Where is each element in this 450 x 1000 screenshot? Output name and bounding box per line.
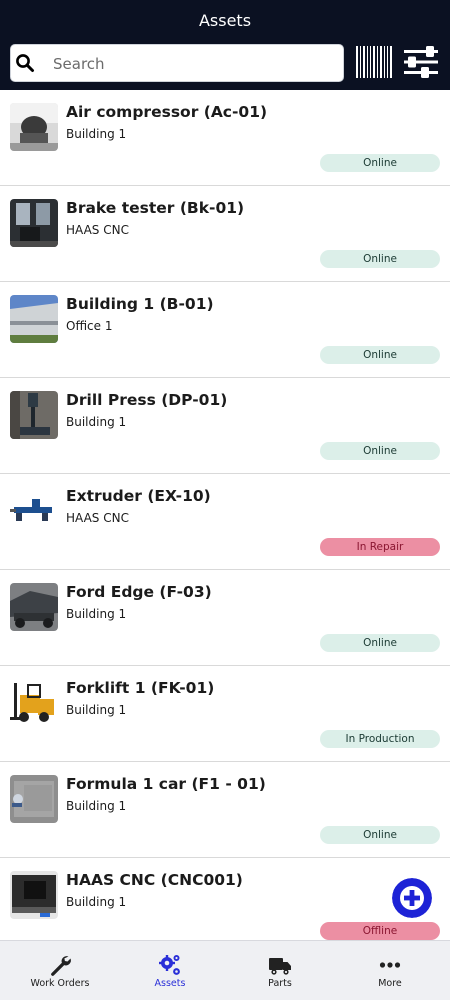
asset-list-item[interactable]: Building 1 (B-01) Office 1 Online	[0, 282, 450, 378]
asset-list-item[interactable]: Ford Edge (F-03) Building 1 Online	[0, 570, 450, 666]
tab-label: Parts	[268, 978, 292, 989]
truck-icon	[269, 958, 291, 975]
search-bar[interactable]	[10, 44, 344, 82]
status-badge: Offline	[320, 922, 440, 940]
asset-list-item[interactable]: HAAS CNC (CNC001) Building 1 Offline	[0, 858, 450, 940]
status-badge: Online	[320, 634, 440, 652]
asset-name: Forklift 1 (FK-01)	[66, 679, 215, 697]
asset-name: Ford Edge (F-03)	[66, 583, 212, 601]
asset-list-item[interactable]: Extruder (EX-10) HAAS CNC In Repair	[0, 474, 450, 570]
asset-location: HAAS CNC	[66, 223, 129, 237]
asset-thumbnail	[10, 871, 58, 919]
status-badge: In Production	[320, 730, 440, 748]
asset-name: Building 1 (B-01)	[66, 295, 214, 313]
asset-name: Drill Press (DP-01)	[66, 391, 228, 409]
asset-name: Extruder (EX-10)	[66, 487, 211, 505]
asset-thumbnail	[10, 295, 58, 343]
asset-location: Building 1	[66, 703, 127, 717]
gears-icon	[159, 955, 180, 975]
asset-location: HAAS CNC	[66, 511, 129, 525]
tab-work-orders[interactable]: Work Orders	[4, 941, 116, 1000]
status-badge: Online	[320, 154, 440, 172]
tab-label: More	[378, 978, 402, 989]
tab-more[interactable]: More	[334, 941, 446, 1000]
status-badge: Online	[320, 826, 440, 844]
asset-list-item[interactable]: Drill Press (DP-01) Building 1 Online	[0, 378, 450, 474]
asset-thumbnail	[10, 583, 58, 631]
asset-thumbnail	[10, 103, 58, 151]
add-asset-button[interactable]	[392, 878, 432, 918]
asset-thumbnail	[10, 199, 58, 247]
asset-name: Formula 1 car (F1 - 01)	[66, 775, 266, 793]
asset-location: Building 1	[66, 607, 127, 621]
tab-parts[interactable]: Parts	[224, 941, 336, 1000]
status-badge: Online	[320, 442, 440, 460]
asset-name: Brake tester (Bk-01)	[66, 199, 245, 217]
wrench-icon	[51, 956, 71, 976]
tab-label: Work Orders	[30, 978, 90, 989]
asset-location: Building 1	[66, 415, 127, 429]
asset-list-item[interactable]: Brake tester (Bk-01) HAAS CNC Online	[0, 186, 450, 282]
app-header: Assets	[0, 0, 450, 90]
asset-location: Building 1	[66, 799, 127, 813]
tab-assets[interactable]: Assets	[114, 941, 226, 1000]
asset-thumbnail	[10, 679, 58, 727]
search-icon	[16, 54, 34, 72]
asset-thumbnail	[10, 775, 58, 823]
status-badge: Online	[320, 346, 440, 364]
asset-location: Office 1	[66, 319, 113, 333]
tab-label: Assets	[154, 978, 186, 989]
status-badge: In Repair	[320, 538, 440, 556]
page-title: Assets	[198, 11, 252, 30]
search-input[interactable]	[53, 51, 333, 77]
asset-name: Air compressor (Ac-01)	[66, 103, 268, 121]
asset-location: Building 1	[66, 895, 127, 909]
asset-list: Air compressor (Ac-01) Building 1 Online…	[0, 90, 450, 940]
asset-thumbnail	[10, 487, 58, 535]
asset-list-item[interactable]: Air compressor (Ac-01) Building 1 Online	[0, 90, 450, 186]
filter-sliders-icon[interactable]	[404, 46, 438, 78]
bottom-tab-bar: Work Orders Assets Parts More	[0, 940, 450, 1000]
status-badge: Online	[320, 250, 440, 268]
asset-location: Building 1	[66, 127, 127, 141]
asset-name: HAAS CNC (CNC001)	[66, 871, 243, 889]
barcode-scan-icon[interactable]	[356, 46, 392, 78]
asset-list-item[interactable]: Formula 1 car (F1 - 01) Building 1 Onlin…	[0, 762, 450, 858]
asset-thumbnail	[10, 391, 58, 439]
more-dots-icon	[379, 962, 401, 968]
asset-list-item[interactable]: Forklift 1 (FK-01) Building 1 In Product…	[0, 666, 450, 762]
